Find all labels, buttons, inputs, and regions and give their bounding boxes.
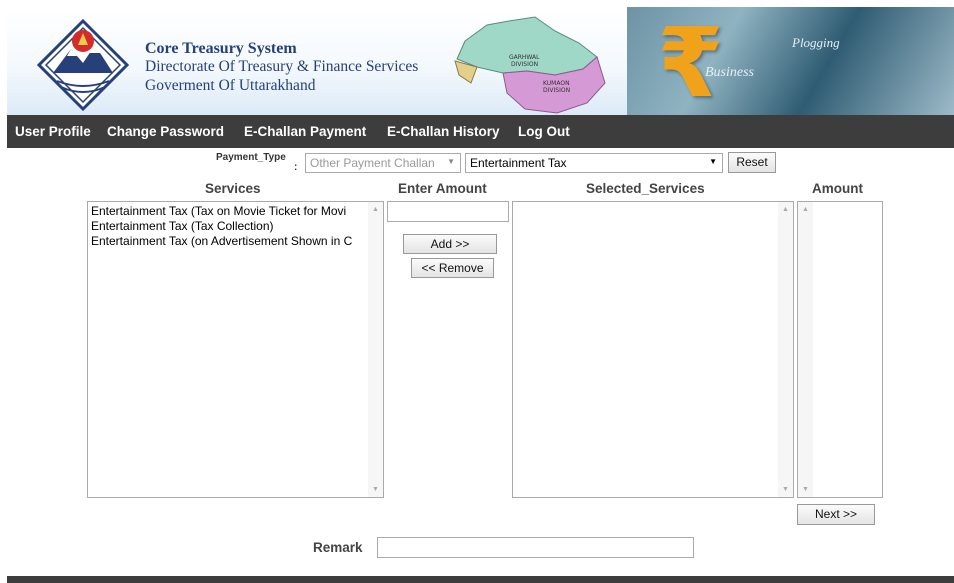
selected-services-listbox[interactable]: ▲ ▼ (512, 201, 794, 498)
selected-services-header: Selected_Services (586, 181, 705, 196)
remove-button[interactable]: << Remove (411, 258, 494, 278)
map-label-kumaon-division: DIVISION (543, 87, 570, 94)
scroll-down-icon[interactable]: ▼ (782, 486, 789, 493)
nav-echallan-payment[interactable]: E-Challan Payment (244, 124, 366, 139)
header-banner: Core Treasury System Directorate Of Trea… (7, 7, 954, 115)
nav-log-out[interactable]: Log Out (518, 124, 570, 139)
next-button[interactable]: Next >> (797, 504, 875, 525)
state-map-icon: GARHWAL DIVISION KUMAON DIVISION (454, 16, 606, 114)
service-option[interactable]: Entertainment Tax (Tax Collection) (88, 219, 368, 234)
chevron-down-icon: ▼ (709, 157, 717, 166)
banner-word-business: Business (705, 65, 754, 80)
services-scrollbar[interactable]: ▲ ▼ (368, 202, 383, 497)
nav-echallan-history[interactable]: E-Challan History (387, 124, 500, 139)
map-label-garhwal-division: DIVISION (511, 61, 538, 68)
main-nav: User Profile Change Password E-Challan P… (7, 115, 954, 148)
tax-type-select[interactable]: Entertainment Tax ▼ (465, 153, 723, 173)
remark-input[interactable] (377, 537, 694, 558)
selected-services-scrollbar[interactable]: ▲ ▼ (778, 202, 793, 497)
payment-type-value: Other Payment Challan (310, 156, 435, 170)
enter-amount-input[interactable] (387, 201, 509, 222)
map-label-garhwal: GARHWAL (509, 54, 540, 61)
scroll-up-icon[interactable]: ▲ (782, 206, 789, 213)
scroll-down-icon[interactable]: ▼ (372, 486, 379, 493)
tax-type-value: Entertainment Tax (470, 156, 567, 170)
header-subtitle: Directorate Of Treasury & Finance Servic… (145, 58, 419, 75)
payment-type-select[interactable]: Other Payment Challan ▼ (305, 153, 461, 173)
amount-scrollbar[interactable]: ▲ ▼ (798, 202, 813, 497)
payment-type-label: Payment_Type (216, 152, 286, 163)
nav-change-password[interactable]: Change Password (107, 124, 224, 139)
map-label-kumaon: KUMAON (543, 80, 570, 87)
scroll-up-icon[interactable]: ▲ (802, 206, 809, 213)
services-listbox[interactable]: Entertainment Tax (Tax on Movie Ticket f… (87, 201, 384, 498)
amount-listbox[interactable]: ▲ ▼ (797, 201, 883, 498)
add-button[interactable]: Add >> (403, 234, 497, 254)
nav-user-profile[interactable]: User Profile (15, 124, 91, 139)
services-header: Services (205, 181, 261, 196)
service-option[interactable]: Entertainment Tax (on Advertisement Show… (88, 234, 368, 249)
remark-label: Remark (313, 540, 363, 555)
chevron-down-icon: ▼ (447, 157, 455, 166)
finance-banner-image: ₹ Business Plogging (627, 7, 954, 115)
service-option[interactable]: Entertainment Tax (Tax on Movie Ticket f… (88, 204, 368, 219)
banner-word-plogging: Plogging (792, 35, 840, 50)
scroll-down-icon[interactable]: ▼ (802, 486, 809, 493)
enter-amount-header: Enter Amount (398, 181, 487, 196)
footer-bar (7, 576, 954, 583)
payment-type-colon: : (294, 162, 298, 173)
amount-header: Amount (812, 181, 863, 196)
reset-button[interactable]: Reset (728, 152, 776, 173)
header-title: Core Treasury System (145, 40, 297, 57)
uttarakhand-emblem-icon (37, 19, 129, 111)
header-org: Goverment Of Uttarakhand (145, 77, 316, 94)
scroll-up-icon[interactable]: ▲ (372, 206, 379, 213)
rupee-icon: ₹ (657, 7, 724, 115)
